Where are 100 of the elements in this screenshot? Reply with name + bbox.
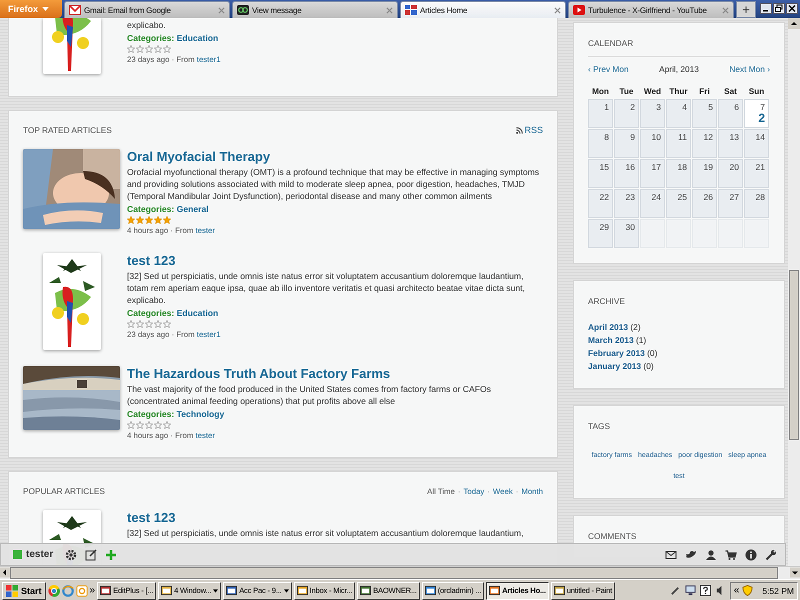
calendar-day[interactable]: 21 (744, 159, 769, 188)
calendar-day[interactable]: 23 (614, 189, 639, 218)
browser-tab[interactable]: Articles Home (400, 1, 566, 18)
archive-link[interactable]: March 2013 (588, 335, 634, 345)
article-title[interactable]: The Hazardous Truth About Factory Farms (127, 366, 390, 382)
day-number: 20 (730, 162, 739, 172)
calendar-day[interactable]: 29 (588, 219, 613, 248)
status-icon (13, 550, 22, 559)
calendar-day[interactable]: 14 (744, 129, 769, 158)
category-label: Categories: (127, 409, 174, 419)
day-number: 23 (626, 192, 635, 202)
more-button[interactable]: » (90, 585, 96, 596)
calendar-day[interactable]: 22 (588, 189, 613, 218)
calendar-day[interactable]: 1 (588, 99, 613, 128)
day-number: 14 (756, 132, 765, 142)
calendar-day[interactable]: 24 (640, 189, 665, 218)
window-icon (360, 585, 372, 596)
bird-icon[interactable] (685, 548, 697, 560)
calendar-day[interactable]: 26 (692, 189, 717, 218)
info-icon[interactable] (745, 548, 757, 560)
day-number: 26 (704, 192, 713, 202)
calendar-day[interactable]: 15 (588, 159, 613, 188)
calendar-day[interactable]: 25 (666, 189, 691, 218)
calendar-day[interactable]: 18 (666, 159, 691, 188)
calendar-day[interactable]: 5 (692, 99, 717, 128)
scrollbar-thumb[interactable] (789, 270, 799, 440)
play-icon (573, 5, 585, 15)
calendar-day[interactable]: 16 (614, 159, 639, 188)
window-icon (100, 585, 112, 596)
archive-link[interactable]: February 2013 (588, 348, 645, 358)
shield-icon[interactable] (742, 585, 754, 596)
calendar-day[interactable]: 9 (614, 129, 639, 158)
calendar-day[interactable]: 13 (718, 129, 743, 158)
calendar-day[interactable]: 30 (614, 219, 639, 248)
archive-count: (2) (630, 322, 641, 332)
prev-month-link[interactable]: ‹ Prev Mon (588, 63, 629, 75)
start-button[interactable]: Start (2, 582, 46, 600)
edit-icon[interactable] (85, 548, 98, 560)
next-month-link[interactable]: Next Mon › (729, 63, 770, 75)
day-number: 17 (652, 162, 661, 172)
browser-tab[interactable]: Turbulence - X-Girlfriend - YouTube (568, 1, 734, 18)
caret-icon (213, 588, 218, 592)
close-icon[interactable] (786, 3, 798, 14)
calendar-day[interactable]: 8 (588, 129, 613, 158)
day-number: 25 (678, 192, 687, 202)
user-name[interactable]: tester (26, 549, 54, 560)
category-label: Categories: (127, 33, 174, 43)
calendar-day[interactable]: 6 (718, 99, 743, 128)
archive-link[interactable]: April 2013 (588, 322, 628, 332)
mail-icon (69, 5, 81, 15)
category-label: Categories: (127, 204, 174, 214)
calendar-day[interactable]: 12 (692, 129, 717, 158)
calendar-day[interactable]: 11 (666, 129, 691, 158)
cart-icon[interactable] (725, 548, 737, 560)
month-label: April, 2013 (659, 63, 699, 75)
monitor-icon[interactable] (684, 585, 696, 596)
mail-icon[interactable] (665, 548, 677, 560)
person-icon[interactable] (705, 548, 717, 560)
weekday-label: Mon (591, 86, 610, 98)
help-icon[interactable] (700, 585, 711, 596)
category-link[interactable]: Technology (176, 409, 224, 419)
calendar-day[interactable]: 17 (640, 159, 665, 188)
calendar-day[interactable]: 27 (718, 189, 743, 218)
section-title: TAGS (588, 420, 611, 432)
wrench-icon[interactable] (765, 548, 777, 560)
article-excerpt: [32] Sed ut perspiciatis, unde omnis iste natus error sit voluptatem accusantium doloremque laudantium, totam rem aperiam eaque ipsa, quae ab illo inventore veritatis et quasi architecto beatae vitae dicta sunt, explicabo. (127, 270, 526, 306)
minimize-icon[interactable] (760, 3, 772, 14)
section-title: TOP RATED ARTICLES (23, 125, 112, 135)
weekday-label: Tue (618, 86, 634, 98)
day-number: 22 (600, 192, 609, 202)
browser-tab[interactable]: Gmail: Email from Google (64, 1, 230, 18)
new-tab-button[interactable]: + (736, 1, 756, 18)
calendar-day[interactable]: 28 (744, 189, 769, 218)
calendar-day[interactable]: 4 (666, 99, 691, 128)
rss-link[interactable]: RSS (516, 125, 543, 135)
tray-expand-button[interactable]: « (734, 585, 740, 596)
calendar-day[interactable]: 7 2 (744, 99, 769, 128)
article-title[interactable]: test 123 (127, 510, 176, 526)
category-link[interactable]: Education (176, 33, 218, 43)
vertical-scrollbar[interactable] (788, 18, 800, 566)
article-excerpt: Orofacial myofunctional therapy (OMT) is a profound technique that may be effective in managing symptoms and providing solutions associated with mild to moderate sleep apnea, poor digestion, headaches, TMJD (Temporal Mandibular Joint Dysfunction), periodontal disease and many other common ailments (127, 166, 540, 202)
window-icon (489, 585, 500, 596)
settings-icon[interactable] (65, 548, 78, 560)
category-link[interactable]: Education (176, 308, 218, 318)
article-count[interactable]: 2 (758, 112, 765, 125)
pen-icon[interactable] (670, 585, 681, 596)
article-title[interactable]: Oral Myofacial Therapy (127, 149, 270, 165)
calendar-day[interactable]: 19 (692, 159, 717, 188)
restore-icon[interactable] (773, 3, 785, 14)
article-title[interactable]: test 123 (127, 253, 176, 269)
category-link[interactable]: General (176, 204, 209, 214)
browser-icon[interactable] (48, 584, 60, 596)
calendar-day[interactable]: 10 (640, 129, 665, 158)
windows-logo-icon (6, 584, 18, 596)
browser-tab[interactable]: View message (232, 1, 398, 18)
calendar-day[interactable]: 2 (614, 99, 639, 128)
calendar-day[interactable]: 20 (718, 159, 743, 188)
archive-link[interactable]: January 2013 (588, 361, 642, 371)
day-number: 12 (704, 132, 713, 142)
calendar-day[interactable]: 3 (640, 99, 665, 128)
